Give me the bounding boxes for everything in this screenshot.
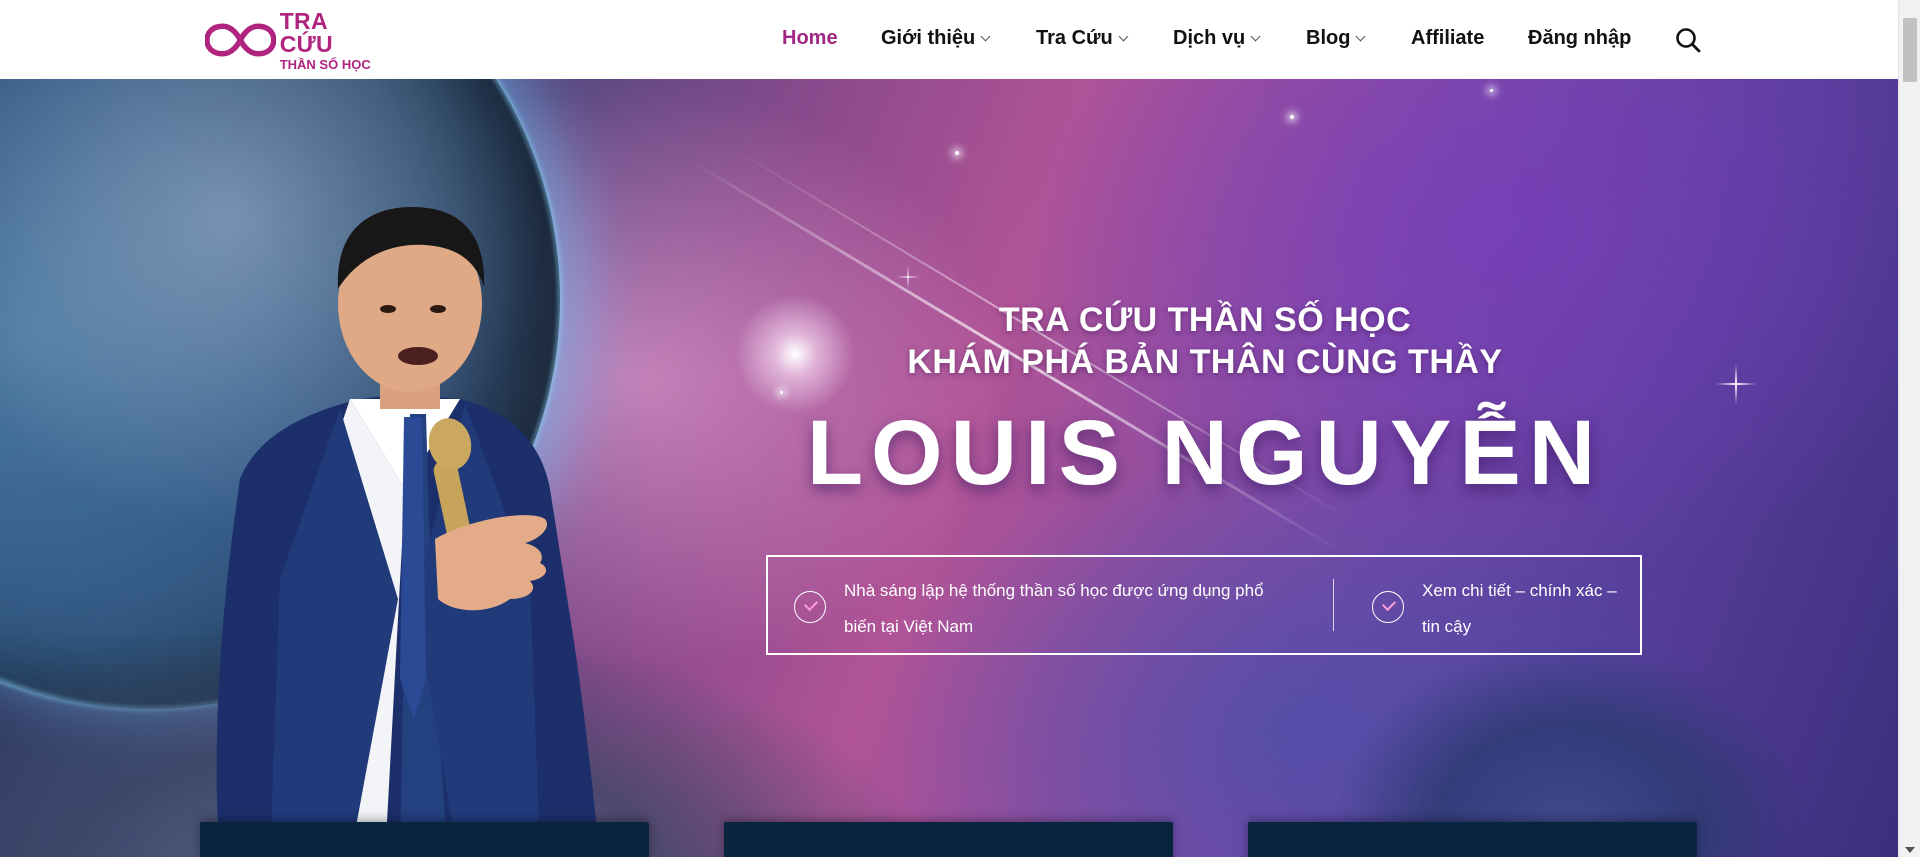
nav-label: Home — [782, 27, 838, 49]
feature-text-line1: Xem chi tiết – chính xác – — [1422, 581, 1617, 600]
infinity-logo-icon — [205, 23, 276, 57]
info-card[interactable] — [200, 822, 649, 857]
chevron-down-icon — [1250, 31, 1261, 42]
scroll-down-arrow-icon[interactable] — [1905, 847, 1915, 853]
nav-item-gioi-thieu[interactable]: Giới thiệu — [881, 27, 991, 50]
feature-text-line1: Nhà sáng lập hệ thống thần số học được ứ… — [844, 581, 1264, 600]
page-scrollbar[interactable] — [1898, 0, 1920, 857]
logo-text: TRA CỨU THẦN SỐ HỌC — [279, 7, 385, 72]
feature-text: Nhà sáng lập hệ thống thần số học được ứ… — [844, 573, 1264, 645]
feature-text: Xem chi tiết – chính xác – tin cậy — [1422, 573, 1617, 645]
nav-item-blog[interactable]: Blog — [1306, 27, 1366, 50]
nav-label: Affiliate — [1411, 27, 1485, 49]
search-icon[interactable] — [1674, 26, 1702, 54]
chevron-down-icon — [1118, 31, 1129, 42]
nav-label: Tra Cứu — [1036, 27, 1113, 49]
chevron-down-icon — [1355, 31, 1366, 42]
star — [955, 151, 959, 155]
chevron-down-icon — [980, 31, 991, 42]
site-logo[interactable]: TRA CỨU THẦN SỐ HỌC — [205, 9, 385, 71]
nav-item-dang-nhap[interactable]: Đăng nhập — [1528, 27, 1631, 50]
nav-item-affiliate[interactable]: Affiliate — [1411, 27, 1484, 50]
hero-banner: TRA CỨU THẦN SỐ HỌC KHÁM PHÁ BẢN THÂN CÙ… — [0, 79, 1898, 857]
features-box: Nhà sáng lập hệ thống thần số học được ứ… — [766, 555, 1642, 655]
star — [1490, 89, 1493, 92]
nav-label: Blog — [1306, 27, 1351, 49]
sparkle — [1716, 364, 1756, 404]
feature-item: Xem chi tiết – chính xác – tin cậy — [1372, 573, 1617, 645]
info-card[interactable] — [1248, 822, 1697, 857]
nav-label: Đăng nhập — [1528, 27, 1632, 49]
nav-item-home[interactable]: Home — [782, 27, 838, 50]
logo-line2: THẦN SỐ HỌC — [279, 56, 371, 72]
hero-name: LOUIS NGUYỄN — [806, 402, 1604, 504]
feature-text-line2: tin cậy — [1422, 617, 1472, 636]
site-header: TRA CỨU THẦN SỐ HỌC Home Giới thiệu Tra … — [0, 0, 1898, 79]
nav-label: Giới thiệu — [881, 27, 976, 49]
hero-title-line1: TRA CỨU THẦN SỐ HỌC — [998, 301, 1412, 339]
star — [780, 391, 783, 394]
check-circle-icon — [794, 591, 826, 623]
nav-label: Dịch vụ — [1173, 27, 1246, 49]
feature-item: Nhà sáng lập hệ thống thần số học được ứ… — [794, 573, 1264, 645]
features-divider — [1333, 579, 1334, 631]
hero-title-line2: KHÁM PHÁ BẢN THÂN CÙNG THẦY — [907, 343, 1503, 381]
check-circle-icon — [1372, 591, 1404, 623]
sparkle — [896, 265, 920, 289]
feature-text-line2: biến tại Việt Nam — [844, 617, 974, 636]
star — [1290, 115, 1294, 119]
scrollbar-thumb[interactable] — [1903, 18, 1917, 82]
logo-line1: TRA CỨU — [279, 7, 333, 57]
nav-item-tra-cuu[interactable]: Tra Cứu — [1036, 27, 1129, 50]
presenter-photo — [216, 207, 600, 857]
info-card[interactable] — [724, 822, 1173, 857]
nav-item-dich-vu[interactable]: Dịch vụ — [1173, 27, 1261, 50]
